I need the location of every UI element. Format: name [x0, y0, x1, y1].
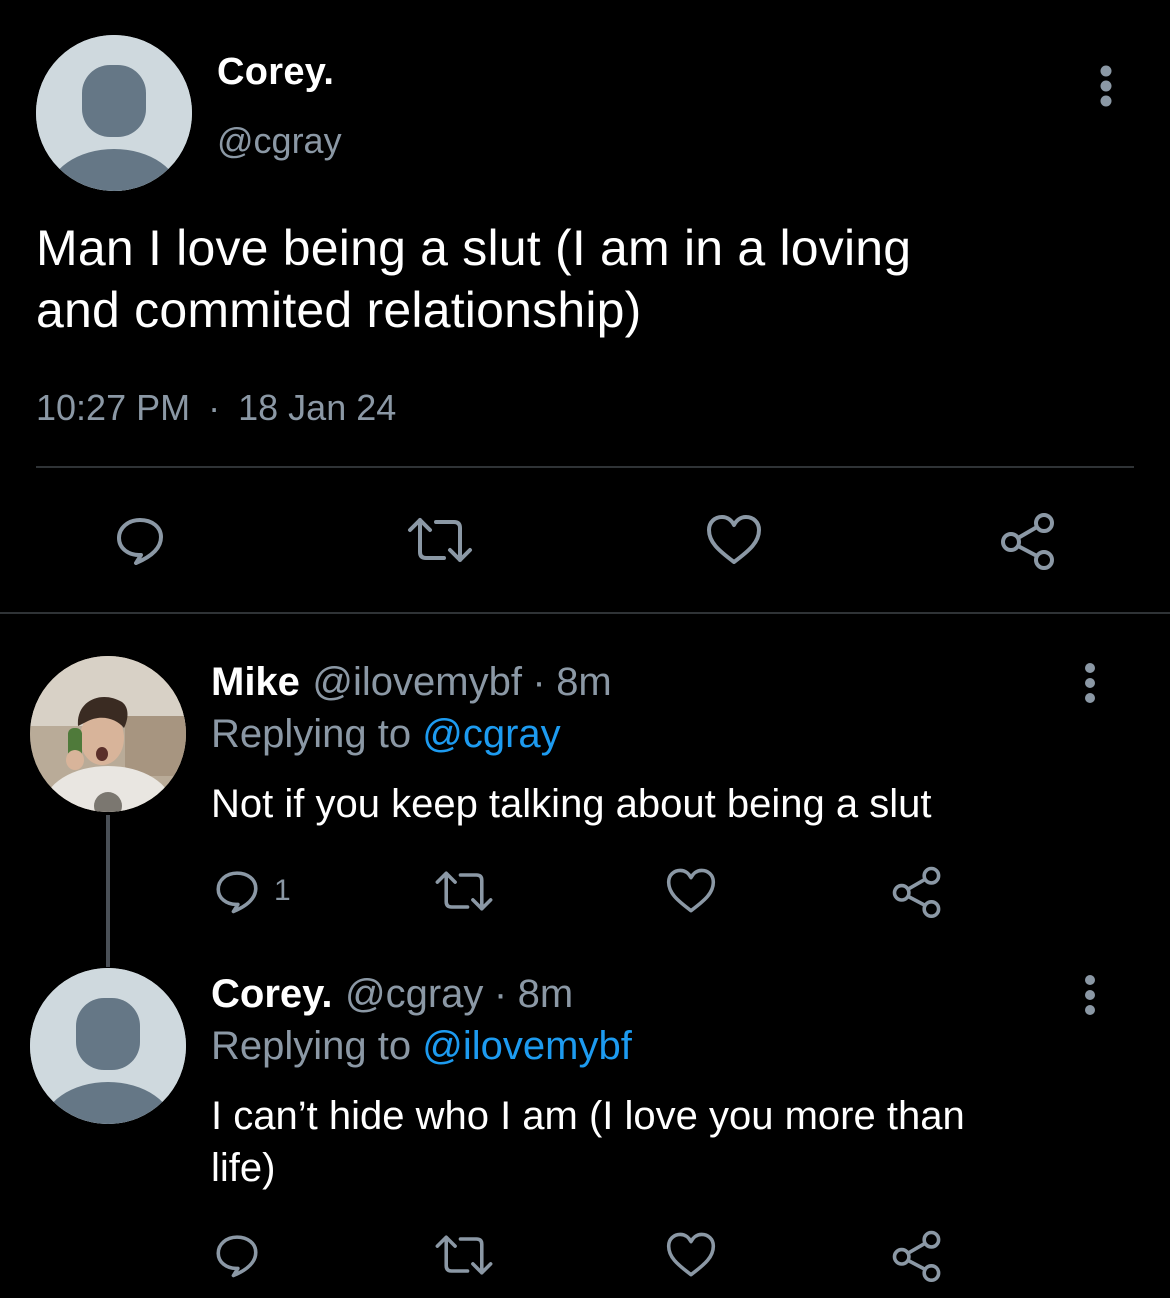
reply-icon[interactable] [212, 866, 262, 916]
replying-to-link[interactable]: @ilovemybf [422, 1024, 632, 1068]
tweet-text: Man I love being a slut (I am in a lovin… [36, 217, 1136, 341]
retweet-icon[interactable] [432, 866, 496, 916]
reply-header: Mike @ilovemybf · 8m [211, 660, 612, 705]
like-icon[interactable] [664, 1230, 718, 1280]
author-handle[interactable]: @ilovemybf [312, 660, 522, 704]
author-name[interactable]: Corey. [217, 51, 334, 94]
reply-time: 8m [556, 660, 612, 704]
thread-connector [106, 815, 110, 967]
meta-separator: · [208, 387, 221, 428]
reply-count: 1 [274, 874, 291, 907]
photo-avatar-icon [30, 656, 186, 812]
replying-to-label: Replying to [211, 1024, 412, 1068]
reply-text: I can’t hide who I am (I love you more t… [211, 1090, 1151, 1194]
more-options-icon[interactable] [1076, 662, 1104, 704]
replying-to-label: Replying to [211, 712, 412, 756]
tweet-timestamp: 10:27 PM · 18 Jan 24 [36, 387, 396, 429]
more-options-icon[interactable] [1092, 64, 1120, 110]
tweet-text-line: Man I love being a slut (I am in a lovin… [36, 220, 912, 276]
like-icon[interactable] [704, 512, 764, 568]
share-icon[interactable] [998, 510, 1058, 570]
replying-to: Replying to @cgray [211, 712, 561, 757]
meta-separator: · [532, 660, 546, 704]
avatar[interactable] [36, 35, 192, 191]
reply-time: 8m [517, 972, 574, 1016]
replying-to-link[interactable]: @cgray [422, 712, 560, 756]
replying-to: Replying to @ilovemybf [211, 1024, 632, 1069]
reply-text: Not if you keep talking about being a sl… [211, 782, 932, 826]
meta-separator: · [493, 972, 508, 1016]
like-icon[interactable] [664, 866, 718, 916]
author-handle[interactable]: @cgray [345, 972, 483, 1016]
reply-text-line: I can’t hide who I am (I love you more t… [211, 1094, 965, 1138]
author-handle[interactable]: @cgray [217, 120, 342, 162]
reply-icon[interactable] [112, 512, 168, 568]
divider [36, 466, 1134, 468]
retweet-icon[interactable] [404, 512, 476, 568]
tweet-text-line: and commited relationship) [36, 282, 642, 338]
more-options-icon[interactable] [1076, 974, 1104, 1016]
author-name[interactable]: Corey. [211, 972, 333, 1016]
share-icon[interactable] [890, 1228, 944, 1282]
avatar[interactable] [30, 656, 186, 812]
default-avatar-icon [30, 968, 186, 1124]
section-divider [0, 612, 1170, 614]
default-avatar-icon [36, 35, 192, 191]
reply-text-line: life) [211, 1146, 276, 1190]
reply-icon[interactable] [212, 1230, 262, 1280]
retweet-icon[interactable] [432, 1230, 496, 1280]
author-name[interactable]: Mike [211, 660, 300, 704]
tweet-date: 18 Jan 24 [238, 387, 397, 428]
reply-header: Corey. @cgray · 8m [211, 972, 573, 1017]
avatar[interactable] [30, 968, 186, 1124]
tweet-time: 10:27 PM [36, 387, 191, 428]
share-icon[interactable] [890, 864, 944, 918]
